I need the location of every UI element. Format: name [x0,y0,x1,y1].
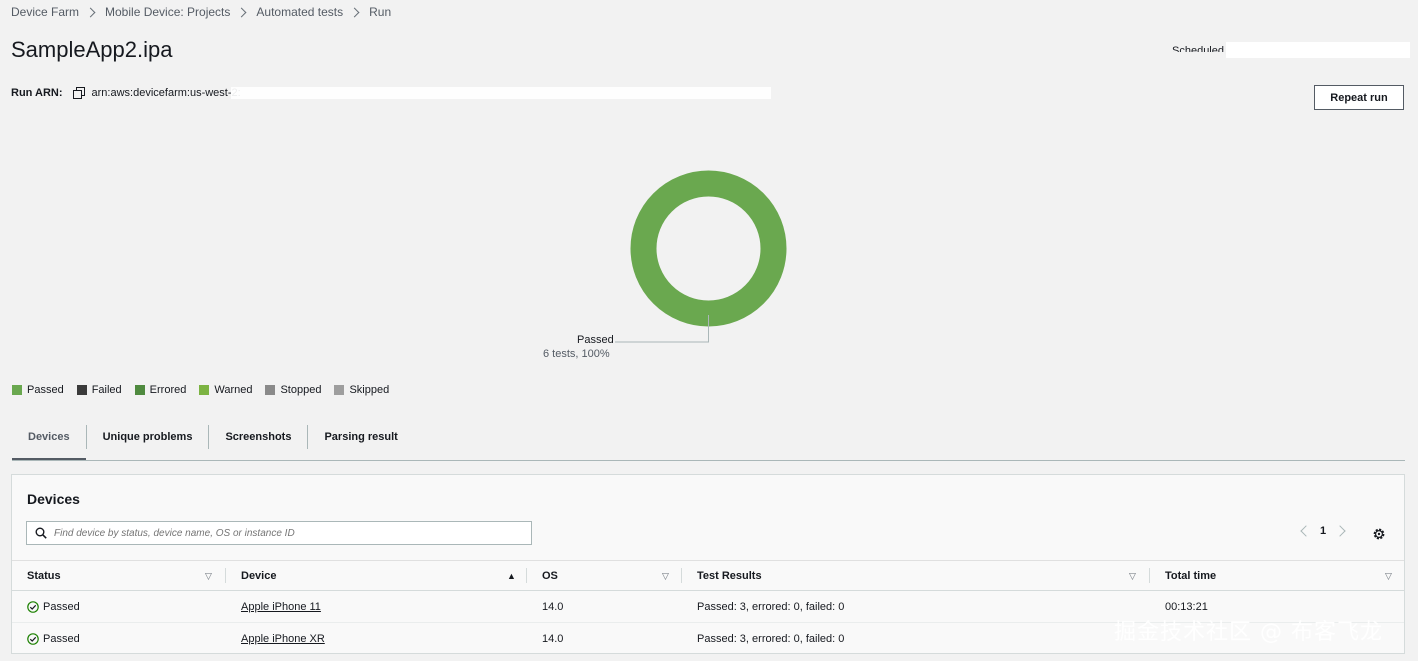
device-search-input[interactable] [54,527,524,539]
legend-item-passed: Passed [12,384,64,396]
column-header-test-results[interactable]: Test Results [697,561,762,590]
legend-label: Errored [149,384,187,396]
chevron-right-icon [236,7,247,17]
run-arn-row: Run ARN: arn:aws:devicefarm:us-west-2: [11,87,241,99]
tab-devices[interactable]: Devices [12,425,86,460]
donut-passed-segment [630,170,787,327]
column-header-device[interactable]: Device [241,561,276,590]
test-results-cell: Passed: 3, errored: 0, failed: 0 [697,600,845,613]
column-divider[interactable] [681,568,682,583]
run-arn-value: arn:aws:devicefarm:us-west-2: [91,87,241,99]
donut-segment-detail: 6 tests, 100% [543,348,610,360]
search-icon [35,527,47,539]
test-results-donut-chart [615,170,787,343]
os-cell: 14.0 [542,600,564,613]
tab-unique-problems[interactable]: Unique problems [87,425,209,449]
device-link[interactable]: Apple iPhone XR [241,623,325,654]
device-search-box[interactable] [26,521,532,545]
copy-icon[interactable] [72,87,85,99]
test-results-cell: Passed: 3, errored: 0, failed: 0 [697,632,845,645]
watermark-text: 掘金技术社区 @ 布客飞龙 [1114,620,1383,645]
breadcrumb-mobile-projects[interactable]: Mobile Device: Projects [105,5,230,19]
status-cell: Passed [27,591,80,622]
tab-parsing-result[interactable]: Parsing result [308,425,413,449]
status-text: Passed [43,632,80,645]
breadcrumb-run: Run [369,5,392,19]
check-circle-icon [27,632,39,645]
column-divider[interactable] [526,568,527,583]
column-divider[interactable] [225,568,226,583]
chevron-left-icon[interactable] [1300,525,1312,537]
legend-label: Stopped [280,384,322,396]
chevron-right-icon [85,7,96,17]
legend-item-skipped: Skipped [334,384,389,396]
page-title: SampleApp2.ipa [11,37,173,62]
legend-label: Skipped [349,384,390,396]
legend-swatch [334,385,345,395]
redaction-block [1226,42,1410,58]
sort-icon[interactable]: ▽ [1129,571,1136,582]
run-arn-label: Run ARN: [11,87,63,99]
column-header-total-time[interactable]: Total time [1165,561,1216,590]
legend-item-errored: Errored [134,384,187,396]
sort-icon[interactable]: ▽ [1385,571,1392,582]
legend-item-warned: Warned [199,384,252,396]
legend-swatch [76,385,87,395]
legend-swatch [134,385,145,395]
legend-swatch [12,385,22,395]
breadcrumb-device-farm[interactable]: Device Farm [11,5,79,19]
donut-segment-label: Passed [577,334,614,346]
redaction-block [231,87,771,99]
legend-label: Failed [91,384,122,396]
gear-icon[interactable] [1372,527,1386,541]
chevron-right-icon[interactable] [1334,525,1346,537]
page-number[interactable]: 1 [1320,525,1326,537]
legend-label: Warned [214,384,253,396]
sort-icon[interactable]: ▽ [205,571,212,582]
pagination: 1 [1298,525,1346,537]
legend-item-stopped: Stopped [265,384,321,396]
legend-swatch [265,385,276,395]
column-header-os[interactable]: OS [542,561,558,590]
breadcrumb: Device Farm Mobile Device: Projects Auto… [11,5,391,19]
tab-screenshots[interactable]: Screenshots [209,425,307,449]
result-tabs: Devices Unique problems Screenshots Pars… [12,425,1405,461]
status-text: Passed [43,600,80,613]
os-cell: 14.0 [542,632,564,645]
run-status-text: Scheduled [1172,45,1224,52]
repeat-run-button[interactable]: Repeat run [1314,85,1404,110]
column-divider[interactable] [1149,568,1150,583]
device-link[interactable]: Apple iPhone 11 [241,591,321,622]
sort-ascending-icon[interactable]: ▲ [507,571,516,581]
legend-swatch [199,385,210,395]
table-header: Status ▽ Device ▲ OS ▽ Test Results ▽ To… [12,560,1404,591]
legend-item-failed: Failed [76,384,122,396]
chevron-right-icon [349,7,360,17]
column-header-status[interactable]: Status [27,561,61,590]
status-cell: Passed [27,623,80,654]
legend-label: Passed [27,384,64,396]
sort-icon[interactable]: ▽ [662,571,669,582]
panel-title: Devices [27,491,80,507]
check-circle-icon [27,600,39,613]
chart-legend: Passed Failed Errored Warned Stopped Skipped [12,384,402,396]
breadcrumb-automated-tests[interactable]: Automated tests [256,5,343,19]
